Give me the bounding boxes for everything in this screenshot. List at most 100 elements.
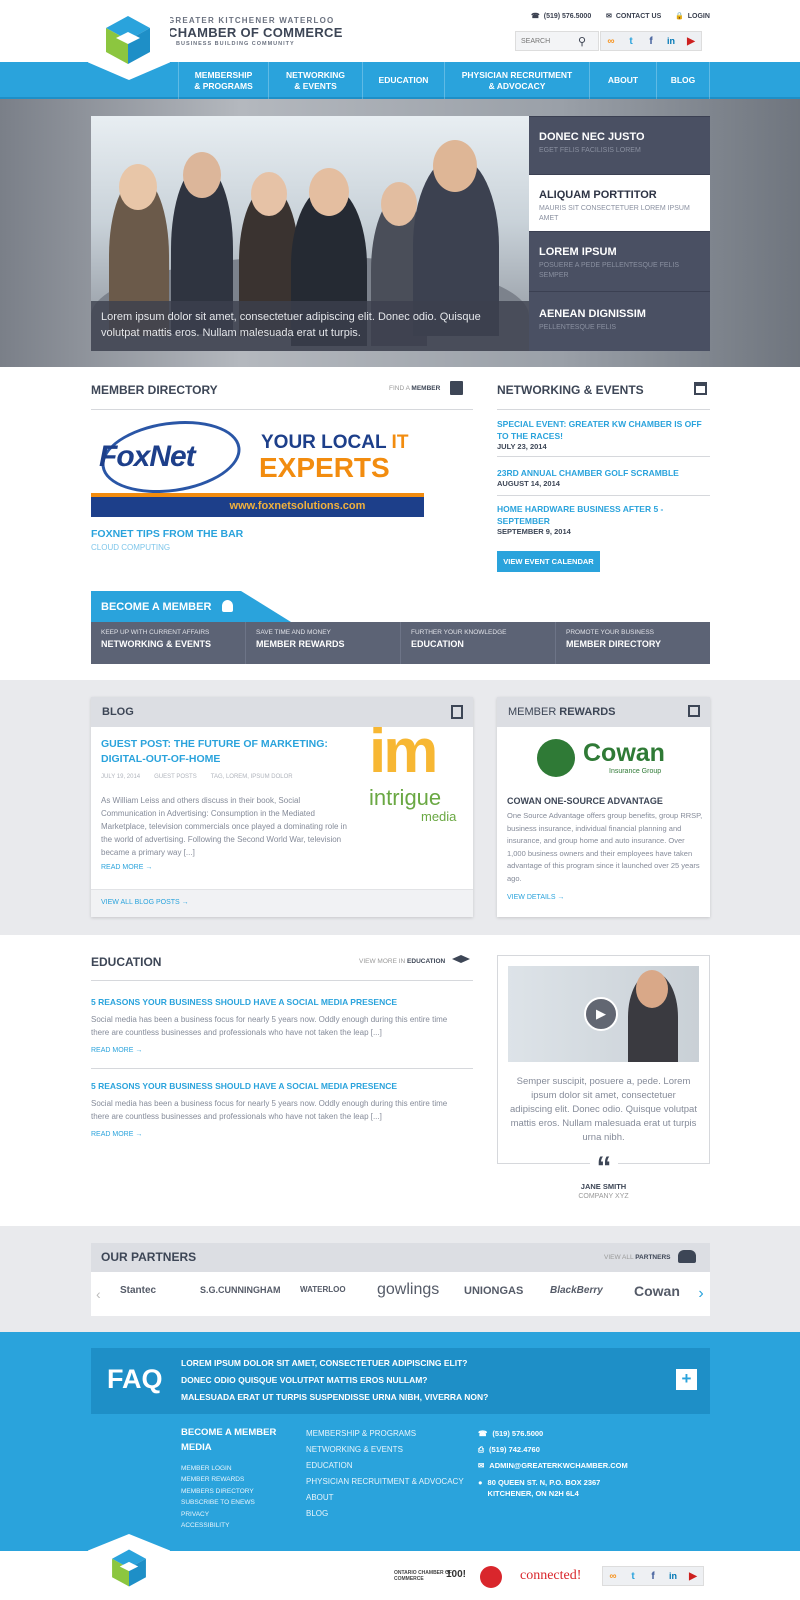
event-title[interactable]: SPECIAL EVENT: GREATER KW CHAMBER IS OFF…: [497, 418, 712, 442]
search-input[interactable]: [516, 32, 578, 50]
youtube-icon[interactable]: ▶: [681, 32, 701, 50]
youtube-icon[interactable]: ▶: [683, 1567, 703, 1585]
partner-logo-blackberry[interactable]: BlackBerry: [550, 1285, 603, 1296]
divider: [497, 456, 710, 457]
footer-nav-link[interactable]: MEMBERSHIP & PROGRAMS: [306, 1429, 416, 1438]
event-date: JULY 23, 2014: [497, 442, 547, 451]
foxnet-ad[interactable]: FoxNet YOUR LOCAL IT EXPERTS www.foxnets…: [91, 412, 424, 517]
partners-heading: OUR PARTNERS: [101, 1250, 197, 1264]
footer-link[interactable]: MEMBER LOGIN: [181, 1465, 232, 1472]
blog-read-more[interactable]: READ MORE →: [101, 864, 152, 871]
footer-media[interactable]: MEDIA: [181, 1442, 212, 1453]
rss-icon[interactable]: ∞: [603, 1567, 623, 1585]
connected-badge: connected!: [520, 1568, 582, 1583]
slide-subtitle: EGET FELIS FACILISIS LOREM: [539, 147, 641, 154]
user-badge-icon: [222, 600, 233, 612]
faq-question[interactable]: LOREM IPSUM DOLOR SIT AMET, CONSECTETUER…: [181, 1358, 468, 1368]
partner-logo-cowan[interactable]: Cowan: [634, 1283, 680, 1299]
education-article-body: Social media has been a business focus f…: [91, 1015, 448, 1037]
blog-excerpt: As William Leiss and others discuss in t…: [101, 796, 347, 857]
map-pin-icon: ●: [478, 1478, 483, 1487]
carousel-prev-icon[interactable]: ‹: [96, 1286, 101, 1302]
find-member-link[interactable]: FIND A MEMBER: [389, 385, 440, 392]
twitter-icon[interactable]: t: [623, 1567, 643, 1585]
footer-link[interactable]: SUBSCRIBE TO ENEWS: [181, 1499, 255, 1506]
rewards-title[interactable]: COWAN ONE-SOURCE ADVANTAGE: [507, 796, 663, 806]
facebook-icon[interactable]: f: [641, 32, 661, 50]
faq-expand-icon[interactable]: +: [676, 1369, 697, 1390]
footer-nav-link[interactable]: PHYSICIAN RECRUITMENT & ADVOCACY: [306, 1477, 464, 1486]
video-person-face: [636, 970, 668, 1008]
twitter-icon[interactable]: t: [621, 32, 641, 50]
phone-link[interactable]: ☎ (519) 576.5000: [531, 12, 591, 21]
nav-membership[interactable]: MEMBERSHIP & PROGRAMS: [178, 62, 268, 99]
slide-tab-3[interactable]: LOREM IPSUM POSUERE A PEDE PELLENTESQUE …: [529, 231, 710, 291]
partner-logo-gowlings[interactable]: gowlings: [377, 1281, 439, 1299]
education-article-title[interactable]: 5 REASONS YOUR BUSINESS SHOULD HAVE A SO…: [91, 997, 397, 1007]
calendar-icon[interactable]: [694, 382, 707, 395]
footer-nav-link[interactable]: EDUCATION: [306, 1461, 353, 1470]
footer-fax[interactable]: ⎙ (519) 742.4760: [478, 1445, 540, 1455]
slide-tab-2[interactable]: ALIQUAM PORTTITOR MAURIS SIT CONSECTETUE…: [529, 174, 710, 231]
blog-post-title[interactable]: GUEST POST: THE FUTURE OF MARKETING: DIG…: [101, 737, 341, 767]
footer-phone[interactable]: ☎ (519) 576.5000: [478, 1429, 543, 1438]
carousel-next-icon[interactable]: ›: [692, 1272, 710, 1316]
slide-tab-1[interactable]: DONEC NEC JUSTO EGET FELIS FACILISIS LOR…: [529, 116, 710, 174]
login-label: LOGIN: [687, 12, 710, 20]
benefit-directory[interactable]: PROMOTE YOUR BUSINESS MEMBER DIRECTORY: [556, 622, 710, 664]
rss-icon[interactable]: ∞: [601, 32, 621, 50]
rewards-view-details[interactable]: VIEW DETAILS →: [507, 894, 564, 901]
nav-about[interactable]: ABOUT: [589, 62, 656, 99]
linkedin-icon[interactable]: in: [663, 1567, 683, 1585]
slide-subtitle: POSUERE A PEDE PELLENTESQUE FELIS SEMPER: [539, 262, 680, 279]
event-title[interactable]: HOME HARDWARE BUSINESS AFTER 5 - SEPTEMB…: [497, 503, 712, 527]
blog-icon: [451, 705, 463, 719]
faq-question[interactable]: MALESUADA ERAT UT TURPIS SUSPENDISSE URN…: [181, 1392, 488, 1402]
partner-logo-uniongas[interactable]: UNIONGAS: [464, 1285, 523, 1297]
feature-category[interactable]: CLOUD COMPUTING: [91, 543, 170, 552]
contact-link[interactable]: ✉ CONTACT US: [606, 12, 661, 21]
footer-email[interactable]: ✉ ADMIN@GREATERKWCHAMBER.COM: [478, 1461, 628, 1470]
foxnet-tagline1: YOUR LOCAL IT: [261, 432, 409, 453]
event-title[interactable]: 23RD ANNUAL CHAMBER GOLF SCRAMBLE: [497, 467, 712, 479]
view-all-partners-link[interactable]: VIEW ALL PARTNERS: [604, 1254, 670, 1261]
testimonial-video[interactable]: ▶: [508, 966, 699, 1062]
footer-link[interactable]: MEMBERS DIRECTORY: [181, 1488, 254, 1495]
nav-physician[interactable]: PHYSICIAN RECRUITMENT & ADVOCACY: [444, 62, 589, 99]
facebook-icon[interactable]: f: [643, 1567, 663, 1585]
faq-question[interactable]: DONEC ODIO QUISQUE VOLUTPAT MATTIS EROS …: [181, 1375, 428, 1385]
events-heading: NETWORKING & EVENTS: [497, 383, 644, 397]
nav-networking[interactable]: NETWORKING & EVENTS: [268, 62, 362, 99]
benefit-rewards[interactable]: SAVE TIME AND MONEY MEMBER REWARDS: [246, 622, 401, 664]
benefit-networking[interactable]: KEEP UP WITH CURRENT AFFAIRS NETWORKING &…: [91, 622, 246, 664]
partner-logo-stantec[interactable]: Stantec: [120, 1285, 156, 1296]
partner-logo-waterloo[interactable]: WATERLOO: [300, 1285, 346, 1294]
footer-nav-link[interactable]: ABOUT: [306, 1493, 334, 1502]
education-read-more[interactable]: READ MORE →: [91, 1131, 142, 1138]
search-icon[interactable]: ⚲: [578, 35, 586, 48]
education-read-more[interactable]: READ MORE →: [91, 1047, 142, 1054]
linkedin-icon[interactable]: in: [661, 32, 681, 50]
feature-title[interactable]: FOXNET TIPS FROM THE BAR: [91, 528, 243, 540]
slide-tab-4[interactable]: AENEAN DIGNISSIM PELLENTESQUE FELIS: [529, 291, 710, 351]
education-article-body: Social media has been a business focus f…: [91, 1099, 448, 1121]
footer-nav-link[interactable]: BLOG: [306, 1509, 328, 1518]
footer-become-member[interactable]: BECOME A MEMBER: [181, 1427, 276, 1438]
play-icon[interactable]: ▶: [584, 997, 618, 1031]
accreditation-seal-icon: [480, 1566, 502, 1588]
footer-link[interactable]: ACCESSIBILITY: [181, 1522, 229, 1529]
footer-nav-link[interactable]: NETWORKING & EVENTS: [306, 1445, 403, 1454]
view-more-education-link[interactable]: VIEW MORE IN EDUCATION: [359, 958, 445, 965]
become-member-label[interactable]: BECOME A MEMBER: [101, 601, 211, 613]
education-article-title[interactable]: 5 REASONS YOUR BUSINESS SHOULD HAVE A SO…: [91, 1081, 397, 1091]
footer-link[interactable]: PRIVACY: [181, 1511, 209, 1518]
view-event-calendar-button[interactable]: VIEW EVENT CALENDAR: [497, 551, 600, 572]
view-all-blog-posts[interactable]: VIEW ALL BLOG POSTS →: [101, 899, 189, 906]
login-link[interactable]: 🔒 LOGIN: [675, 12, 710, 21]
nav-education[interactable]: EDUCATION: [362, 62, 444, 99]
footer-link[interactable]: MEMBER REWARDS: [181, 1476, 244, 1483]
benefit-education[interactable]: FURTHER YOUR KNOWLEDGE EDUCATION: [401, 622, 556, 664]
slide-subtitle: MAURIS SIT CONSECTETUER LOREM IPSUM AMET: [539, 205, 690, 222]
nav-blog[interactable]: BLOG: [656, 62, 710, 99]
partner-logo-cunningham[interactable]: S.G.CUNNINGHAM: [200, 1285, 281, 1295]
